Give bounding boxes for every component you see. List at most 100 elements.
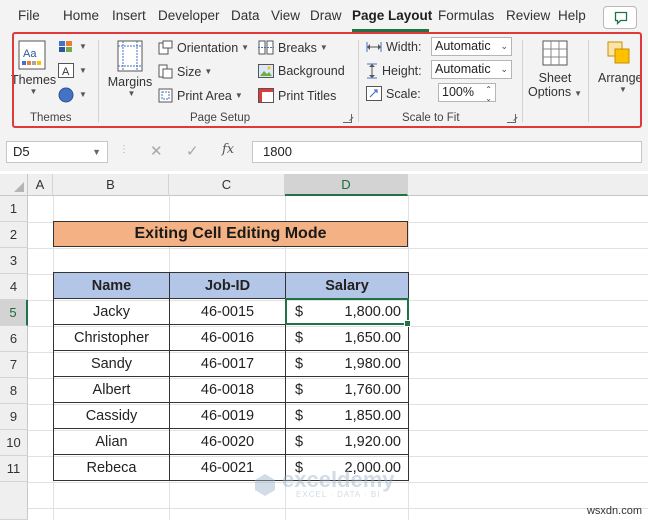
width-icon: [366, 42, 382, 52]
cell-salary[interactable]: $1,850.00: [285, 402, 409, 429]
cell-name[interactable]: Sandy: [53, 350, 170, 377]
cell-salary[interactable]: $1,760.00: [285, 376, 409, 403]
cancel-icon[interactable]: ✕: [150, 142, 163, 164]
colors-icon[interactable]: [58, 40, 74, 54]
themes-label: Themes: [11, 73, 57, 87]
size-label: Size: [177, 64, 202, 79]
table-row: Sandy 46-0017 $1,980.00: [53, 350, 409, 377]
themes-button[interactable]: Aa Themes ▼: [11, 40, 57, 96]
formula-value: 1800: [263, 144, 292, 159]
margins-button[interactable]: Margins ▼: [106, 40, 154, 98]
arrange-button[interactable]: Arrange ▼: [594, 38, 648, 94]
height-select[interactable]: Automatic ⌄: [431, 60, 512, 79]
cell-name[interactable]: Albert: [53, 376, 170, 403]
row-header-6[interactable]: 6: [0, 326, 28, 352]
currency-symbol: $: [295, 329, 304, 346]
column-header-c[interactable]: C: [169, 174, 285, 196]
page-setup-launcher-icon[interactable]: [343, 114, 352, 123]
column-header-a[interactable]: A: [28, 174, 53, 196]
enter-icon[interactable]: ✓: [186, 142, 199, 164]
cell-name[interactable]: Christopher: [53, 324, 170, 351]
scale-label: Scale:: [386, 86, 421, 101]
row-header-2[interactable]: 2: [0, 222, 28, 248]
row-header-1[interactable]: 1: [0, 196, 28, 222]
cell-name[interactable]: Cassidy: [53, 402, 170, 429]
header-salary[interactable]: Salary: [285, 272, 409, 299]
effects-icon[interactable]: [58, 87, 74, 103]
chevron-down-icon: ▼: [319, 43, 328, 52]
column-header-b[interactable]: B: [53, 174, 169, 196]
scale-spinner[interactable]: 100% ⌃ ⌄: [438, 83, 496, 103]
fonts-icon[interactable]: A: [58, 63, 74, 78]
breaks-label: Breaks: [278, 40, 317, 55]
menu-page-layout[interactable]: Page Layout: [352, 8, 432, 23]
menu-home[interactable]: Home: [63, 8, 99, 23]
row-header-7[interactable]: 7: [0, 352, 28, 378]
watermark-subtitle: EXCEL · DATA · BI: [296, 490, 381, 499]
breaks-button[interactable]: Breaks ▼: [258, 40, 328, 55]
row-header-9[interactable]: 9: [0, 404, 28, 430]
menu-draw[interactable]: Draw: [310, 8, 342, 23]
header-job-id[interactable]: Job-ID: [169, 272, 286, 299]
menu-view[interactable]: View: [271, 8, 300, 23]
cell-job-id[interactable]: 46-0020: [169, 428, 286, 455]
size-button[interactable]: Size ▼: [158, 64, 212, 79]
menu-help[interactable]: Help: [558, 8, 586, 23]
menu-file[interactable]: File: [18, 8, 40, 23]
width-label: Width:: [386, 40, 422, 54]
cell-job-id[interactable]: 46-0016: [169, 324, 286, 351]
cell-salary[interactable]: $1,800.00: [285, 298, 409, 325]
cell-salary[interactable]: $1,920.00: [285, 428, 409, 455]
row-header-empty: [0, 482, 28, 520]
cell-salary[interactable]: $1,980.00: [285, 350, 409, 377]
cell-name[interactable]: Jacky: [53, 298, 170, 325]
cell-name[interactable]: Alian: [53, 428, 170, 455]
cell-job-id[interactable]: 46-0017: [169, 350, 286, 377]
spin-down-icon[interactable]: ⌄: [485, 90, 492, 107]
exceldemy-logo-icon: [255, 473, 275, 496]
formula-input[interactable]: 1800: [252, 141, 642, 163]
row-header-5[interactable]: 5: [0, 300, 28, 326]
menu-insert[interactable]: Insert: [112, 8, 146, 23]
cell-name[interactable]: Rebeca: [53, 454, 170, 481]
sheet-options-icon: [542, 40, 568, 66]
name-box[interactable]: D5 ▼: [6, 141, 108, 163]
arrange-label: Arrange: [598, 71, 643, 85]
menu-data[interactable]: Data: [231, 8, 260, 23]
chevron-down-icon: ▼: [92, 147, 101, 157]
source-label: wsxdn.com: [586, 505, 642, 517]
cell-job-id[interactable]: 46-0015: [169, 298, 286, 325]
column-header-d[interactable]: D: [285, 174, 408, 196]
orientation-icon: [158, 40, 173, 55]
print-titles-button[interactable]: Print Titles: [258, 88, 336, 103]
chevron-down-icon: ▼: [234, 91, 243, 100]
menu-formulas[interactable]: Formulas: [438, 8, 494, 23]
row-header-10[interactable]: 10: [0, 430, 28, 456]
menu-developer[interactable]: Developer: [158, 8, 220, 23]
row-header-11[interactable]: 11: [0, 456, 28, 482]
row-header-4[interactable]: 4: [0, 274, 28, 300]
drag-handle-icon[interactable]: ⋮: [119, 144, 129, 166]
header-name[interactable]: Name: [53, 272, 170, 299]
print-area-button[interactable]: Print Area ▼: [158, 88, 243, 103]
table-header-row: Name Job-ID Salary: [53, 272, 409, 299]
background-button[interactable]: Background: [258, 64, 345, 78]
sheet-options-button[interactable]: Sheet Options ▼: [526, 38, 584, 99]
row-header-8[interactable]: 8: [0, 378, 28, 404]
row-header-3[interactable]: 3: [0, 248, 28, 274]
cell-job-id[interactable]: 46-0019: [169, 402, 286, 429]
scale-to-fit-launcher-icon[interactable]: [507, 114, 516, 123]
width-select[interactable]: Automatic ⌄: [431, 37, 512, 56]
sheet-options-label-row: Options ▼: [526, 85, 584, 99]
chevron-down-icon: ▼: [204, 67, 213, 76]
sheet-title-cell[interactable]: Exiting Cell Editing Mode: [53, 221, 408, 247]
select-all-corner[interactable]: [0, 174, 28, 196]
insert-function-icon[interactable]: fx: [222, 142, 234, 164]
cell-job-id[interactable]: 46-0018: [169, 376, 286, 403]
orientation-button[interactable]: Orientation ▼: [158, 40, 249, 55]
menu-review[interactable]: Review: [506, 8, 550, 23]
print-titles-label: Print Titles: [278, 88, 337, 103]
background-icon: [258, 64, 274, 78]
cell-salary[interactable]: $1,650.00: [285, 324, 409, 351]
comments-button[interactable]: [603, 6, 637, 29]
